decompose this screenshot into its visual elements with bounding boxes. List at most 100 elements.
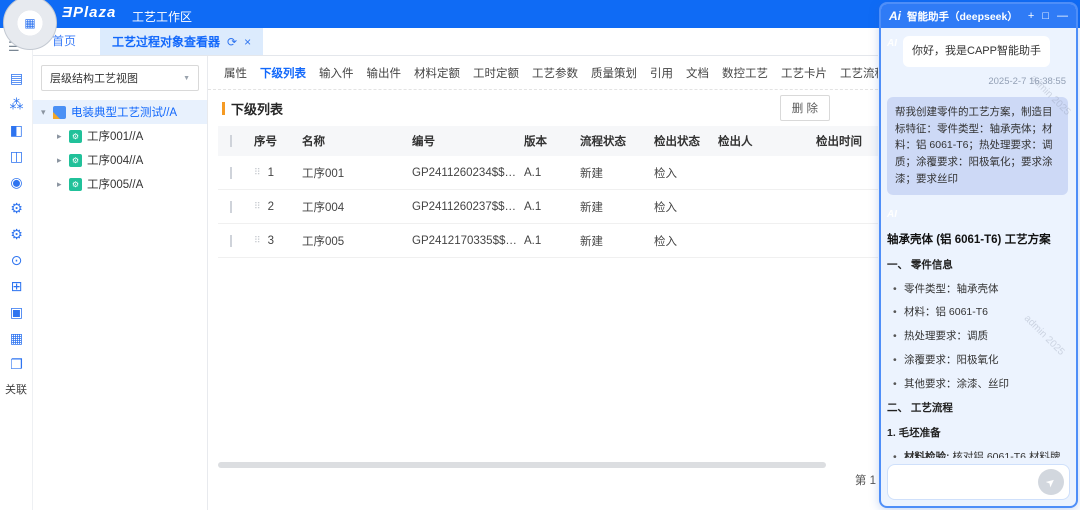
app-logo-text: ƎPlaza xyxy=(62,4,117,21)
chevron-down-icon: ▼ xyxy=(183,74,190,82)
tab-attributes[interactable]: 属性 xyxy=(222,56,249,89)
ai-greeting-bubble: 你好，我是CAPP智能助手 xyxy=(903,36,1050,67)
tab-process-flowchart[interactable]: 工艺流程图 xyxy=(838,56,878,89)
flow-nodes-icon[interactable]: ⁂ xyxy=(0,91,33,117)
table-row[interactable]: ⠿ 1 工序001 GP2411260234$$2... A.1 新建 检入 xyxy=(218,156,878,190)
list-item: 热处理要求：调质 xyxy=(893,329,1068,345)
new-chat-icon[interactable]: + xyxy=(1028,10,1034,22)
message-icon[interactable]: ◫ xyxy=(0,143,33,169)
section-accent-bar xyxy=(222,101,225,115)
operation-icon: ⚙ xyxy=(69,153,82,167)
table-header-row: 序号 名称 编号 版本 流程状态 检出状态 检出人 检出时间 xyxy=(218,126,878,156)
operation-icon: ⚙ xyxy=(69,177,82,191)
tree-expand-icon[interactable]: ▸ xyxy=(57,179,67,190)
tab-sublist[interactable]: 下级列表 xyxy=(258,56,308,89)
clipboard-icon[interactable]: ▣ xyxy=(0,299,33,325)
drag-handle-icon[interactable]: ⠿ xyxy=(254,201,261,212)
col-name: 名称 xyxy=(302,136,325,148)
minimize-icon[interactable]: — xyxy=(1057,10,1068,22)
col-checkout-state: 检出状态 xyxy=(654,136,700,148)
send-button[interactable]: ➤ xyxy=(1038,469,1064,495)
answer-section-1: 一、 零件信息 xyxy=(887,258,953,271)
list-item: 其他要求：涂漆、丝印 xyxy=(893,377,1068,393)
tab-material-quota[interactable]: 材料定额 xyxy=(412,56,462,89)
sublist-table: 序号 名称 编号 版本 流程状态 检出状态 检出人 检出时间 ⠿ 1 工序001 … xyxy=(218,126,878,258)
ai-answer: 轴承壳体 (铝 6061-T6) 工艺方案 一、 零件信息 零件类型：轴承壳体 … xyxy=(887,232,1068,458)
delete-button[interactable]: 删 除 xyxy=(779,95,830,121)
send-icon: ➤ xyxy=(1043,474,1059,490)
operation-icon: ⚙ xyxy=(69,129,82,143)
tree-node-op3[interactable]: ▸ ⚙ 工序005//A xyxy=(33,172,207,196)
answer-title: 轴承壳体 (铝 6061-T6) 工艺方案 xyxy=(887,233,1051,246)
ai-avatar: AI xyxy=(887,208,897,220)
ai-avatar: AI xyxy=(887,38,897,49)
camera-icon[interactable]: ⊙ xyxy=(0,247,33,273)
tab-process-params[interactable]: 工艺参数 xyxy=(530,56,580,89)
close-icon[interactable]: × xyxy=(244,35,251,49)
user-message-bubble: 帮我创建零件的工艺方案，制造目标特征：零件类型：轴承壳体；材料：铝 6061-T… xyxy=(887,96,1068,195)
tab-time-quota[interactable]: 工时定额 xyxy=(471,56,521,89)
drag-handle-icon[interactable]: ⠿ xyxy=(254,167,261,178)
process-list-icon[interactable]: ▤ xyxy=(0,65,33,91)
apps-grid-icon[interactable]: ⊞ xyxy=(0,273,33,299)
tree-node-op1[interactable]: ▸ ⚙ 工序001//A xyxy=(33,124,207,148)
tab-input-parts[interactable]: 输入件 xyxy=(317,56,356,89)
tab-references[interactable]: 引用 xyxy=(648,56,675,89)
tab-output-parts[interactable]: 输出件 xyxy=(365,56,404,89)
col-seq: 序号 xyxy=(254,136,277,148)
process-doc-icon xyxy=(53,105,66,119)
tree-node-op2[interactable]: ▸ ⚙ 工序004//A xyxy=(33,148,207,172)
table-row[interactable]: ⠿ 3 工序005 GP2412170335$$2... A.1 新建 检入 xyxy=(218,224,878,258)
tab-process-card[interactable]: 工艺卡片 xyxy=(779,56,829,89)
settings-gears-icon[interactable]: ⚙ xyxy=(0,195,33,221)
list-item: 零件类型：轴承壳体 xyxy=(893,282,1068,298)
calendar-icon[interactable]: ▦ xyxy=(0,325,33,351)
message-timestamp: 2025-2-7 16:38:55 xyxy=(988,75,1066,87)
tree-expand-icon[interactable]: ▾ xyxy=(41,107,51,118)
ai-assistant-panel: Ai 智能助手（deepseek） + □ — admin 2025 admin… xyxy=(879,2,1078,508)
chat-input-bar: ➤ xyxy=(887,464,1070,500)
tab-quality-planning[interactable]: 质量策划 xyxy=(589,56,639,89)
ai-logo: Ai xyxy=(889,9,901,23)
list-item: 涂覆要求：阳极氧化 xyxy=(893,353,1068,369)
select-all-checkbox[interactable] xyxy=(230,135,232,147)
maximize-icon[interactable]: □ xyxy=(1042,10,1049,22)
tree-expand-icon[interactable]: ▸ xyxy=(57,155,67,166)
table-row[interactable]: ⠿ 2 工序004 GP2411260237$$2... A.1 新建 检入 xyxy=(218,190,878,224)
seal-center-icon: ▦ xyxy=(24,16,36,30)
process-tree: ▾ 电装典型工艺测试//A ▸ ⚙ 工序001//A ▸ ⚙ 工序004//A … xyxy=(33,100,207,196)
refresh-icon[interactable]: ⟳ xyxy=(227,35,237,49)
tab-nc-process[interactable]: 数控工艺 xyxy=(720,56,770,89)
col-code: 编号 xyxy=(412,136,435,148)
detail-tab-bar: 属性 下级列表 输入件 输出件 材料定额 工时定额 工艺参数 质量策划 引用 文… xyxy=(208,56,878,90)
tab-documents[interactable]: 文档 xyxy=(684,56,711,89)
horizontal-scrollbar[interactable] xyxy=(218,462,826,468)
answer-section-2: 二、 工艺流程 xyxy=(887,402,953,415)
list-item: 材料检验: 核对铝 6061-T6 材料牌号、规格、状态等是否符合要求。 xyxy=(893,450,1068,458)
section-title: 下级列表 xyxy=(231,101,284,117)
row-checkbox[interactable] xyxy=(230,200,232,213)
col-checkout-time: 检出时间 xyxy=(816,136,862,148)
answer-step-1: 1. 毛坯准备 xyxy=(887,427,941,440)
row-checkbox[interactable] xyxy=(230,234,232,247)
document-tab-bar: 首页 工艺过程对象查看器 ⟳ × xyxy=(0,28,878,56)
view-mode-select[interactable]: 层级结构工艺视图 ▼ xyxy=(41,65,199,91)
tree-node-root[interactable]: ▾ 电装典型工艺测试//A xyxy=(33,100,207,124)
left-icon-sidebar: ☰ ▤ ⁂ ◧ ◫ ◉ ⚙ ⚙ ⊙ ⊞ ▣ ▦ ❐ 关联 xyxy=(0,28,33,510)
col-checkout-person: 检出人 xyxy=(718,136,753,148)
documents-icon[interactable]: ❐ xyxy=(0,351,33,377)
part-info-list: 零件类型：轴承壳体 材料：铝 6061-T6 热处理要求：调质 涂覆要求：阳极氧… xyxy=(887,282,1068,393)
card-icon[interactable]: ◧ xyxy=(0,117,33,143)
pagination-label: 第 1 xyxy=(854,475,876,487)
col-flow-state: 流程状态 xyxy=(580,136,626,148)
sidebar-item-association[interactable]: 关联 xyxy=(0,381,32,397)
chat-input[interactable] xyxy=(896,476,1038,488)
main-content: 属性 下级列表 输入件 输出件 材料定额 工时定额 工艺参数 质量策划 引用 文… xyxy=(208,56,878,510)
row-checkbox[interactable] xyxy=(230,166,232,179)
settings-gears-icon-2[interactable]: ⚙ xyxy=(0,221,33,247)
capture-icon[interactable]: ◉ xyxy=(0,169,33,195)
tab-process-object-viewer[interactable]: 工艺过程对象查看器 ⟳ × xyxy=(100,28,264,55)
tree-expand-icon[interactable]: ▸ xyxy=(57,131,67,142)
ai-panel-title: 智能助手（deepseek） xyxy=(907,10,1018,23)
drag-handle-icon[interactable]: ⠿ xyxy=(254,235,261,246)
